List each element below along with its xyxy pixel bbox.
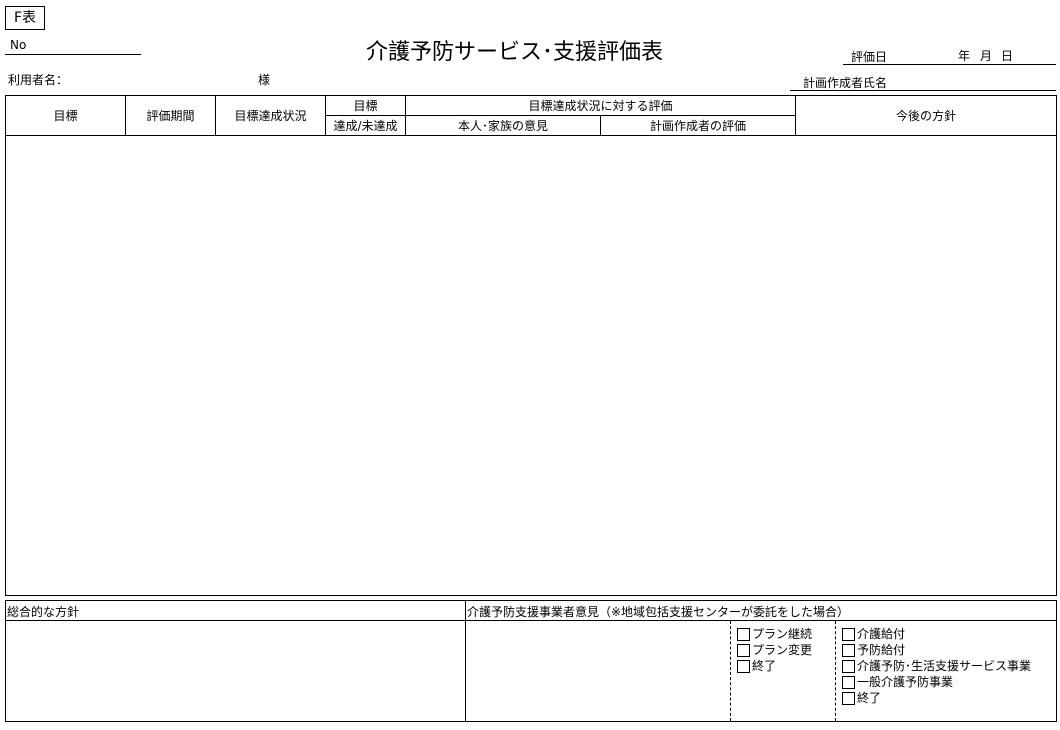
form-code-badge: F表 (5, 6, 45, 30)
dashed-divider (835, 621, 836, 721)
checkbox[interactable] (737, 627, 750, 641)
eval-day-label: 日 (1001, 49, 1014, 63)
checkbox[interactable] (842, 675, 855, 689)
checkbox[interactable] (842, 643, 855, 657)
col-header-opinion-planner: 計画作成者の評価 (599, 115, 797, 136)
service-option-prevention-benefit[interactable]: 予防給付 (842, 642, 1031, 658)
col-header-future: 今後の方針 (795, 95, 1058, 136)
checkbox[interactable] (842, 659, 855, 673)
checkbox[interactable] (842, 691, 855, 705)
service-option-general-prevention[interactable]: 一般介護予防事業 (842, 674, 1031, 690)
eval-date-field[interactable] (843, 64, 1056, 65)
no-field[interactable] (5, 54, 141, 55)
page-title: 介護予防サービス･支援評価表 (366, 40, 664, 65)
support-opinion-label: 介護予防支援事業者意見（※地域包括支援センターが委託をした場合） (467, 605, 850, 619)
planner-name-field[interactable] (790, 90, 1056, 91)
eval-month-label: 月 (980, 49, 993, 63)
eval-year-label: 年 (958, 49, 971, 63)
user-name-label: 利用者名： (8, 73, 69, 87)
checkbox[interactable] (737, 659, 750, 673)
plan-options: プラン継続 プラン変更 終了 (737, 626, 812, 674)
col-header-opinion-self: 本人･家族の意見 (405, 115, 601, 136)
evaluation-table: 目標 評価期間 目標達成状況 目標 目標達成状況に対する評価 今後の方針 達成/… (4, 95, 1058, 596)
col-header-goal: 目標 (5, 95, 126, 136)
plan-option-change[interactable]: プラン変更 (737, 642, 812, 658)
no-label: No (10, 38, 27, 52)
service-option-end[interactable]: 終了 (842, 690, 1031, 706)
bottom-divider (465, 600, 466, 722)
service-option-care-benefit[interactable]: 介護給付 (842, 626, 1031, 642)
bottom-header-line (5, 620, 1056, 621)
honorific-label: 様 (258, 73, 271, 87)
service-options: 介護給付 予防給付 介護予防･生活支援サービス事業 一般介護予防事業 終了 (842, 626, 1031, 706)
col-header-period: 評価期間 (125, 95, 216, 136)
col-header-eval-group: 目標達成状況に対する評価 (404, 95, 797, 116)
eval-date-label: 評価日 (851, 50, 888, 64)
dashed-divider (730, 621, 731, 721)
overall-policy-label: 総合的な方針 (7, 605, 80, 619)
planner-name-label: 計画作成者氏名 (803, 76, 888, 90)
table-body-area[interactable] (4, 135, 1058, 596)
plan-option-end[interactable]: 終了 (737, 658, 812, 674)
checkbox[interactable] (737, 643, 750, 657)
checkbox[interactable] (842, 627, 855, 641)
col-header-achieve-top: 目標 (325, 95, 406, 116)
service-option-life-support[interactable]: 介護予防･生活支援サービス事業 (842, 658, 1031, 674)
col-header-status: 目標達成状況 (215, 95, 326, 136)
col-header-achieve-bottom: 達成/未達成 (325, 115, 406, 136)
plan-option-continue[interactable]: プラン継続 (737, 626, 812, 642)
